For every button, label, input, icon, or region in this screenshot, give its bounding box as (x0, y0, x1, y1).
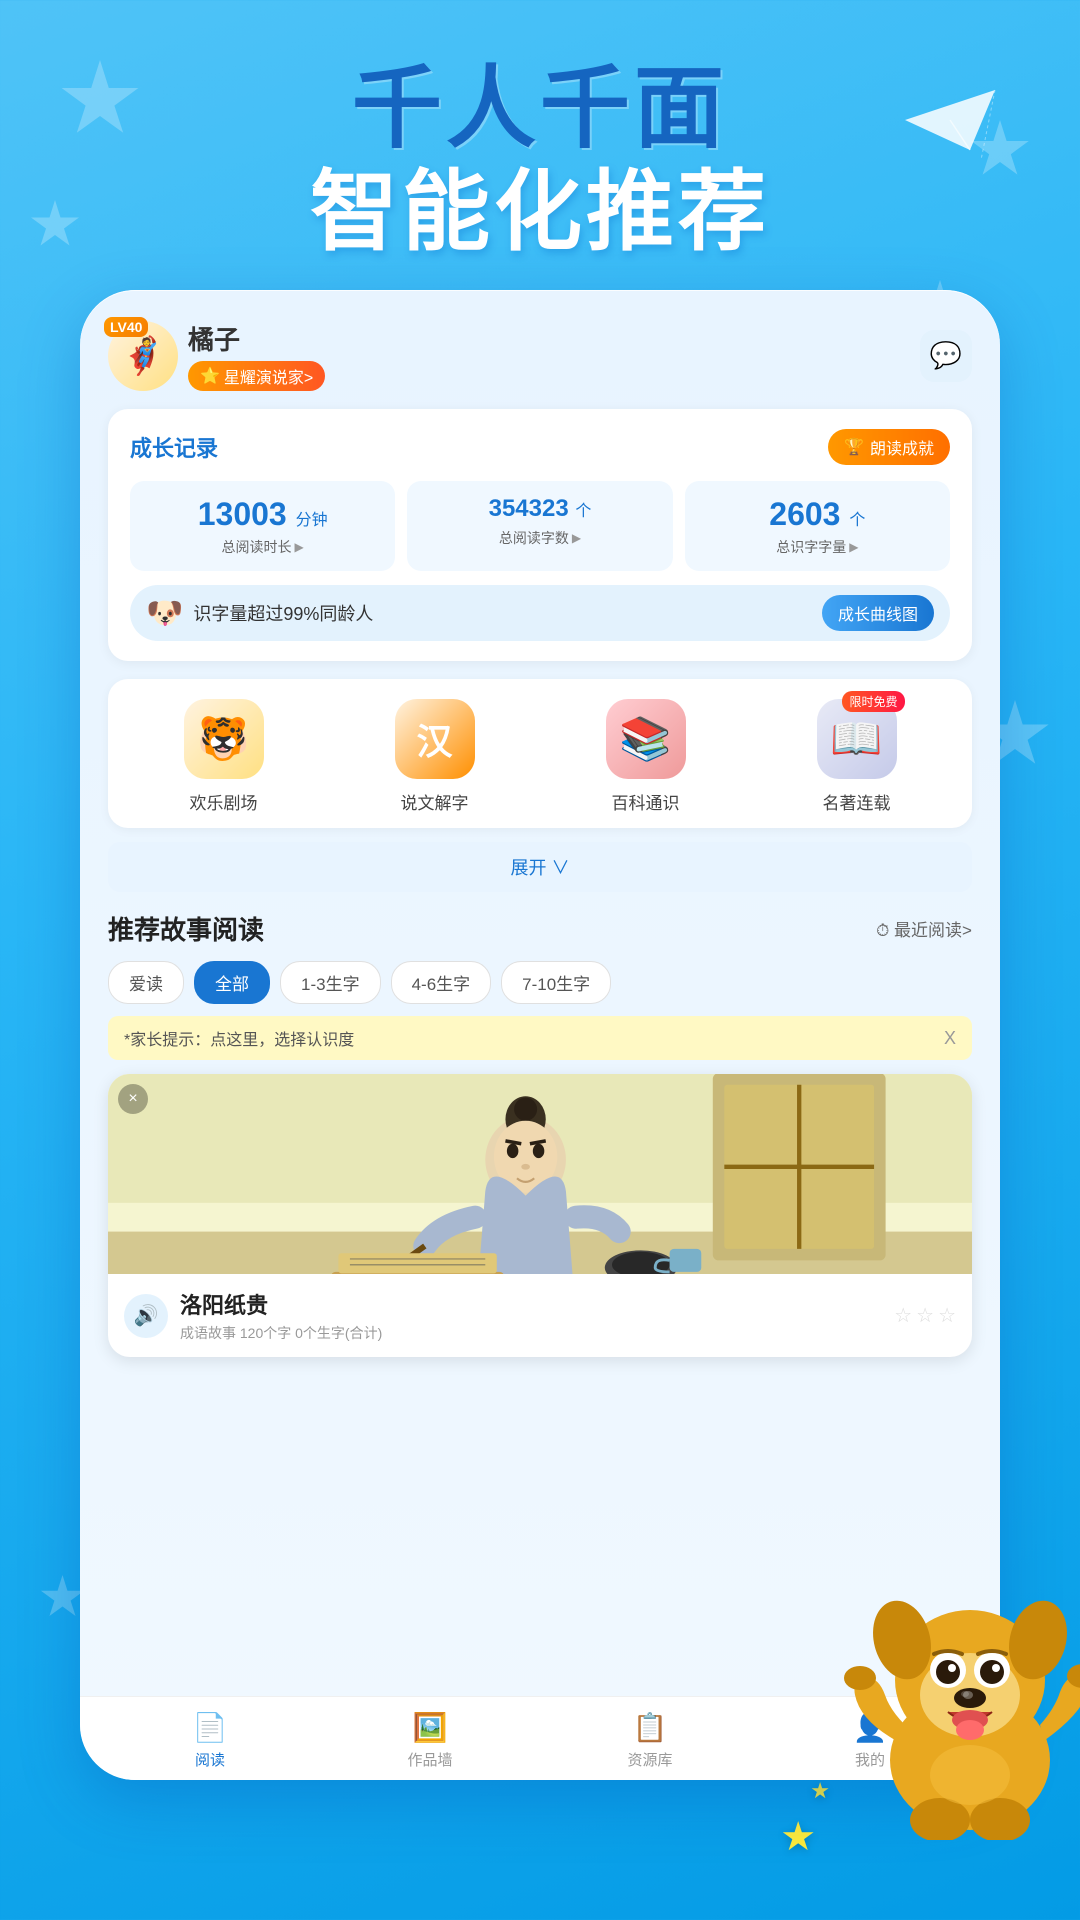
hero-section: 千人千面 智能化推荐 (0, 60, 1080, 265)
feature-happy-theater[interactable]: 🐯 欢乐剧场 (118, 699, 329, 814)
stat-reading-time[interactable]: 13003 分钟 总阅读时长 ▶ (130, 481, 395, 571)
feature-shuowen[interactable]: 汉 说文解字 (329, 699, 540, 814)
stat-literacy[interactable]: 2603 个 总识字字量 ▶ (685, 481, 950, 571)
story-title: 洛阳纸贵 (180, 1288, 882, 1320)
chat-button[interactable]: 💬 (920, 330, 972, 382)
recent-reading-link[interactable]: ⏱ 最近阅读> (876, 916, 972, 941)
level-badge: LV40 (104, 317, 148, 337)
feature-classics[interactable]: 📖 限时免费 名著连载 (751, 699, 962, 814)
story-text: 洛阳纸贵 成语故事 120个字 0个生字(合计) (180, 1288, 882, 1343)
expand-button[interactable]: 展开 ∨ (108, 842, 972, 892)
star-2: ☆ (916, 1303, 934, 1328)
filter-4-6[interactable]: 4-6生字 (391, 961, 492, 1004)
story-audio-button[interactable]: 🔊 (124, 1294, 168, 1338)
user-header: 🦸 LV40 橘子 ⭐ 星耀演说家> 💬 (108, 320, 972, 391)
classics-label: 名著连载 (823, 789, 891, 814)
shuowen-label: 说文解字 (401, 789, 469, 814)
filter-all[interactable]: 全部 (194, 961, 270, 1004)
resources-nav-icon: 📋 (633, 1711, 668, 1744)
stories-section-header: 推荐故事阅读 ⏱ 最近阅读> (108, 910, 972, 947)
classics-icon: 📖 限时免费 (817, 699, 897, 779)
literacy-bar: 🐶 识字量超过99%同龄人 成长曲线图 (130, 585, 950, 641)
user-info: 橘子 ⭐ 星耀演说家> (188, 320, 325, 391)
reading-achievement-badge[interactable]: 🏆 朗读成就 (828, 429, 950, 465)
literacy-label: 总识字字量 ▶ (695, 537, 940, 557)
reading-nav-label: 阅读 (195, 1749, 225, 1770)
hero-title-line1: 千人千面 (0, 60, 1080, 159)
stat-reading-chars[interactable]: 354323 个 总阅读字数 ▶ (407, 481, 672, 571)
encyclopedia-icon: 📚 (606, 699, 686, 779)
literacy-text: 识字量超过99%同龄人 (193, 600, 373, 626)
bg-decoration-star-6 (40, 1575, 85, 1620)
star-3: ☆ (938, 1303, 956, 1328)
reading-nav-icon: 📄 (193, 1711, 228, 1744)
resources-nav-label: 资源库 (627, 1749, 672, 1770)
parent-tip-bar[interactable]: *家长提示：点这里，选择认识度 X (108, 1016, 972, 1060)
stats-row: 13003 分钟 总阅读时长 ▶ 354323 个 总阅读字数 (130, 481, 950, 571)
happy-theater-label: 欢乐剧场 (190, 789, 258, 814)
username: 橘子 (188, 320, 325, 357)
hero-title-line2: 智能化推荐 (0, 159, 1080, 265)
reading-chars-label: 总阅读字数 ▶ (417, 528, 662, 548)
reading-time-number: 13003 分钟 (140, 495, 385, 533)
story-stars: ☆ ☆ ☆ (894, 1303, 956, 1328)
tip-close-button[interactable]: X (944, 1028, 956, 1049)
nav-reading[interactable]: 📄 阅读 (100, 1711, 320, 1770)
features-row: 🐯 欢乐剧场 汉 说文解字 📚 百科通识 📖 限时免费 名著连载 (108, 679, 972, 828)
reading-time-label: 总阅读时长 ▶ (140, 537, 385, 557)
growth-title: 成长记录 (130, 431, 218, 463)
story-image: × (108, 1074, 972, 1274)
portfolio-nav-label: 作品墙 (407, 1749, 452, 1770)
dog-icon: 🐶 (146, 596, 183, 631)
yellow-star-3: ★ (780, 1814, 830, 1860)
user-rank-badge[interactable]: ⭐ 星耀演说家> (188, 361, 325, 391)
free-badge: 限时免费 (842, 691, 904, 712)
story-info: 🔊 洛阳纸贵 成语故事 120个字 0个生字(合计) ☆ ☆ ☆ (108, 1274, 972, 1357)
feature-encyclopedia[interactable]: 📚 百科通识 (540, 699, 751, 814)
growth-header: 成长记录 🏆 朗读成就 (130, 429, 950, 465)
growth-card: 成长记录 🏆 朗读成就 13003 分钟 总阅读时长 ▶ (108, 409, 972, 661)
curve-button[interactable]: 成长曲线图 (822, 595, 934, 631)
literacy-number: 2603 个 (695, 495, 940, 533)
reading-chars-number: 354323 个 (417, 495, 662, 524)
filter-7-10[interactable]: 7-10生字 (501, 961, 611, 1004)
stories-section-title: 推荐故事阅读 (108, 910, 264, 947)
literacy-left: 🐶 识字量超过99%同龄人 (146, 596, 373, 631)
story-meta: 成语故事 120个字 0个生字(合计) (180, 1323, 882, 1343)
avatar-wrapper: 🦸 LV40 (108, 321, 178, 391)
nav-resources[interactable]: 📋 资源库 (540, 1711, 760, 1770)
filter-aidu[interactable]: 爱读 (108, 961, 184, 1004)
parent-tip-text: *家长提示：点这里，选择认识度 (124, 1026, 354, 1050)
yellow-star-2: ★ (810, 1778, 830, 1804)
portfolio-nav-icon: 🖼️ (413, 1711, 448, 1744)
filter-tabs: 爱读 全部 1-3生字 4-6生字 7-10生字 (108, 961, 972, 1004)
nav-portfolio[interactable]: 🖼️ 作品墙 (320, 1711, 540, 1770)
dog-mascot (840, 1540, 1080, 1840)
filter-1-3[interactable]: 1-3生字 (280, 961, 381, 1004)
encyclopedia-label: 百科通识 (612, 789, 680, 814)
story-card[interactable]: × (108, 1074, 972, 1357)
star-1: ☆ (894, 1303, 912, 1328)
happy-theater-icon: 🐯 (184, 699, 264, 779)
shuowen-icon: 汉 (395, 699, 475, 779)
user-left: 🦸 LV40 橘子 ⭐ 星耀演说家> (108, 320, 325, 391)
